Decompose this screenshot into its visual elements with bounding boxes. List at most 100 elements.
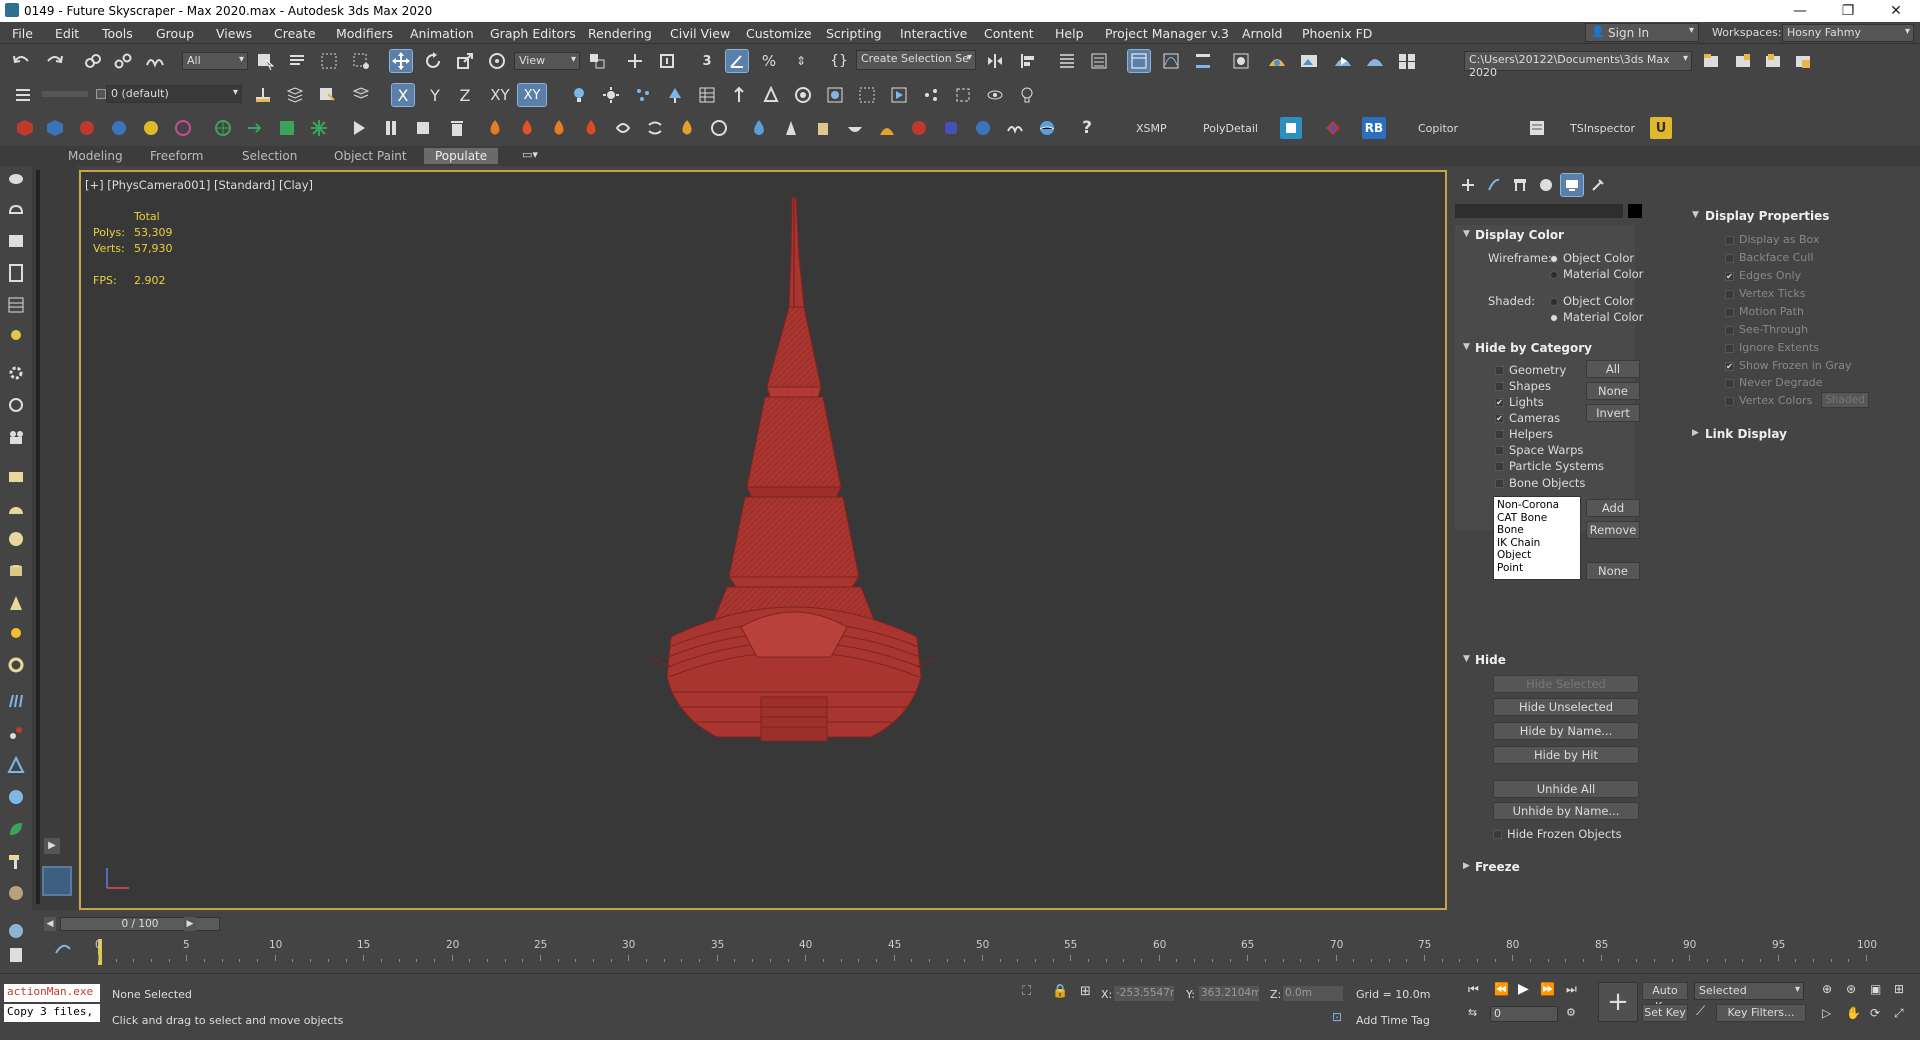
hide-unselected-button[interactable]: Hide Unselected <box>1493 698 1639 716</box>
tsinspector-icon[interactable] <box>1526 117 1548 139</box>
add-time-tag-button[interactable]: Add Time Tag <box>1356 1014 1430 1027</box>
prop-show-frozen-gray[interactable]: ✔ Show Frozen in Gray <box>1725 359 1852 372</box>
cup-icon[interactable] <box>812 117 834 139</box>
list-item[interactable]: IK Chain Object <box>1497 537 1577 562</box>
lamp-icon[interactable] <box>1016 84 1038 106</box>
none-button[interactable]: None <box>1586 382 1640 400</box>
isolate-icon[interactable]: ⛶ <box>1022 984 1031 999</box>
add-to-layer-icon[interactable] <box>252 84 274 106</box>
tab-modeling[interactable]: Modeling <box>68 149 123 163</box>
prop-never-degrade[interactable]: Never Degrade <box>1725 376 1823 389</box>
y-coordinate-field[interactable]: 363.2104m <box>1199 986 1259 1001</box>
select-object-icon[interactable] <box>254 50 276 72</box>
cylinder-icon[interactable] <box>5 560 27 582</box>
menu-interactive[interactable]: Interactive <box>900 26 967 41</box>
shaded-button[interactable]: Shaded <box>1821 392 1869 408</box>
project-save-icon[interactable] <box>1792 50 1814 72</box>
menu-help[interactable]: Help <box>1055 26 1084 41</box>
plugin-gem-icon[interactable] <box>1322 117 1344 139</box>
menu-scripting[interactable]: Scripting <box>826 26 882 41</box>
fire-icon-4[interactable] <box>580 117 602 139</box>
rollout-expand-icon[interactable]: ▶ <box>1692 428 1699 438</box>
minimize-icon[interactable]: — <box>1780 1 1820 21</box>
angle-snap-icon[interactable] <box>725 49 749 73</box>
utilities-tab-icon[interactable] <box>1587 174 1609 196</box>
prop-ignore-extents[interactable]: Ignore Extents <box>1725 341 1819 354</box>
hide-by-name-button[interactable]: Hide by Name... <box>1493 722 1639 740</box>
keyboard-shortcut-icon[interactable] <box>656 50 678 72</box>
selection-filter-dropdown[interactable]: All <box>182 52 248 70</box>
wave-icon[interactable] <box>1004 117 1026 139</box>
axis-xy-cycle-button[interactable]: XY <box>517 83 547 107</box>
menu-views[interactable]: Views <box>216 26 252 41</box>
align-icon[interactable] <box>1018 50 1040 72</box>
red-sphere-icon[interactable] <box>908 117 930 139</box>
sun-light-icon[interactable] <box>5 622 27 644</box>
axis-x-button[interactable]: X <box>391 83 415 107</box>
fire-icon-3[interactable] <box>548 117 570 139</box>
pan-view-icon[interactable]: ✋ <box>1846 1006 1861 1020</box>
freeze-title[interactable]: Freeze <box>1475 860 1520 874</box>
plane-icon[interactable] <box>5 466 27 488</box>
render-production-icon[interactable] <box>1332 50 1354 72</box>
mirror-icon[interactable] <box>984 50 1006 72</box>
menu-tools[interactable]: Tools <box>102 26 133 41</box>
select-in-layer-icon[interactable] <box>316 84 338 106</box>
prop-see-through[interactable]: See-Through <box>1725 323 1808 336</box>
bind-spacewarp-icon[interactable] <box>144 50 166 72</box>
shell-icon[interactable] <box>5 882 27 904</box>
tab-freeform[interactable]: Freeform <box>150 149 203 163</box>
invert-button[interactable]: Invert <box>1586 404 1640 422</box>
category-list[interactable]: Non-Corona CAT Bone Bone IK Chain Object… <box>1493 496 1581 580</box>
render-setup-icon[interactable] <box>1266 50 1288 72</box>
rb-button[interactable]: RB <box>1362 117 1386 139</box>
layer-manager-icon[interactable] <box>350 84 372 106</box>
blue-drop-icon[interactable] <box>108 117 130 139</box>
time-slider[interactable]: 0 / 100 <box>60 917 220 931</box>
zoom-extents-icon[interactable]: ▣ <box>1870 982 1881 996</box>
category-space-warps[interactable]: Space Warps <box>1495 443 1583 457</box>
toggle-ribbon-icon[interactable] <box>1127 49 1151 73</box>
key-selection-dropdown[interactable]: Selected <box>1694 982 1804 1000</box>
liquid-icon[interactable] <box>876 117 898 139</box>
tent-icon[interactable] <box>5 754 27 776</box>
all-button[interactable]: All <box>1586 360 1640 378</box>
none-list-button[interactable]: None <box>1586 562 1640 580</box>
smoke-icon[interactable] <box>708 117 730 139</box>
window-crossing-icon[interactable] <box>350 50 372 72</box>
box-blue-icon[interactable] <box>44 117 66 139</box>
hide-frozen-checkbox[interactable]: Hide Frozen Objects <box>1493 827 1622 841</box>
region-render-icon[interactable] <box>856 84 878 106</box>
scene-explorer-icon[interactable] <box>1056 50 1078 72</box>
render-window-icon[interactable] <box>824 84 846 106</box>
close-icon[interactable]: ✕ <box>1876 1 1916 21</box>
zoom-all-icon[interactable]: ⊛ <box>1846 982 1856 996</box>
layer-visibility-checkbox[interactable] <box>96 89 106 99</box>
next-frame-icon[interactable]: ⏩ <box>1540 982 1555 996</box>
layer-explorer-icon[interactable] <box>1088 50 1110 72</box>
proxy-icon[interactable] <box>952 84 974 106</box>
menu-content[interactable]: Content <box>984 26 1034 41</box>
tab-populate[interactable]: Populate <box>424 148 498 164</box>
rectangular-selection-icon[interactable] <box>318 50 340 72</box>
document-icon[interactable] <box>5 262 27 284</box>
trash-icon[interactable] <box>446 117 468 139</box>
current-layer-dropdown[interactable]: 0 (default) <box>106 85 242 103</box>
list-item[interactable]: Non-Corona <box>1497 499 1577 512</box>
menu-graph-editors[interactable]: Graph Editors <box>490 26 576 41</box>
green-arrow-icon[interactable] <box>244 117 266 139</box>
interactive-render-icon[interactable] <box>888 84 910 106</box>
teapot-icon[interactable] <box>5 166 27 188</box>
prop-vertex-colors[interactable]: Vertex Colors <box>1725 394 1812 407</box>
curve-toggle-icon[interactable] <box>54 939 72 957</box>
lock-icon[interactable]: 🔒 <box>1052 984 1068 999</box>
ribbon-options-icon[interactable]: ▭▾ <box>522 148 538 161</box>
yellow-flower-icon[interactable] <box>140 117 162 139</box>
menu-animation[interactable]: Animation <box>410 26 474 41</box>
category-shapes[interactable]: Shapes <box>1495 379 1551 393</box>
previous-frame-icon[interactable]: ⏪ <box>1494 982 1509 996</box>
help-icon[interactable]: ? <box>1076 117 1098 139</box>
category-helpers[interactable]: Helpers <box>1495 427 1553 441</box>
undo-icon[interactable] <box>10 50 32 72</box>
workspace-dropdown[interactable]: Hosny Fahmy <box>1782 24 1914 42</box>
